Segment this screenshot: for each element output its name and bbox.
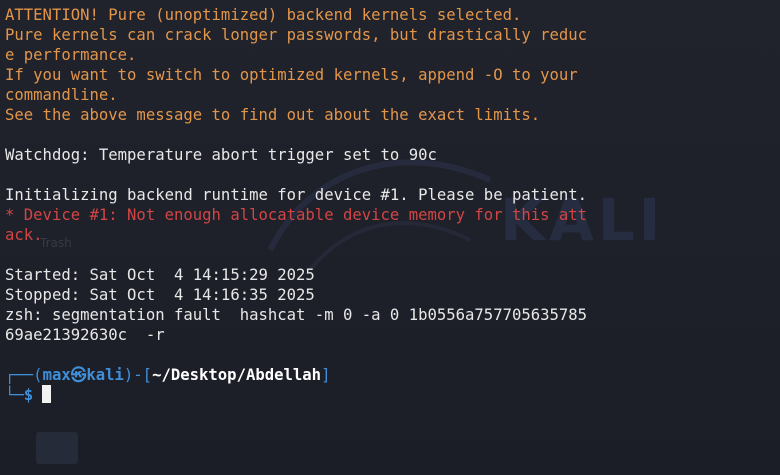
warning-line: See the above message to find out about … <box>5 106 541 124</box>
error-line: * Device #1: Not enough allocatable devi… <box>5 206 588 224</box>
prompt-bracket-end: ] <box>321 366 331 384</box>
prompt-user: max <box>42 366 71 384</box>
terminal-window[interactable]: KALI Trash ATTENTION! Pure (unoptimized)… <box>0 0 780 475</box>
prompt-separator: )-[ <box>123 366 153 384</box>
prompt-host: kali <box>86 366 124 384</box>
prompt-corner-bottom: └─ <box>5 386 24 404</box>
segfault-line: zsh: segmentation fault hashcat -m 0 -a … <box>5 306 588 324</box>
folder-icon <box>36 432 78 464</box>
prompt-path: ~/Desktop/Abdellah <box>152 366 322 384</box>
warning-line: e performance. <box>5 46 137 64</box>
segfault-line: 69ae21392630c -r <box>5 326 165 344</box>
watchdog-line: Watchdog: Temperature abort trigger set … <box>5 146 437 164</box>
terminal-output: ATTENTION! Pure (unoptimized) backend ke… <box>5 5 780 405</box>
init-line: Initializing backend runtime for device … <box>5 186 588 204</box>
stopped-line: Stopped: Sat Oct 4 14:16:35 2025 <box>5 286 315 304</box>
warning-line: commandline. <box>5 86 118 104</box>
text-cursor[interactable] <box>42 385 52 403</box>
error-line: ack. <box>5 226 43 244</box>
prompt-symbol: $ <box>23 386 34 404</box>
prompt-input-line[interactable]: └─$ <box>5 385 780 405</box>
warning-line: If you want to switch to optimized kerne… <box>5 66 578 84</box>
warning-line: ATTENTION! Pure (unoptimized) backend ke… <box>5 6 522 24</box>
warning-line: Pure kernels can crack longer passwords,… <box>5 26 588 44</box>
prompt-corner-top: ┌──( <box>5 366 43 384</box>
started-line: Started: Sat Oct 4 14:15:29 2025 <box>5 266 315 284</box>
skull-icon: ㉿ <box>70 366 87 384</box>
prompt-header: ┌──(max㉿kali)-[~/Desktop/Abdellah] <box>5 365 780 385</box>
